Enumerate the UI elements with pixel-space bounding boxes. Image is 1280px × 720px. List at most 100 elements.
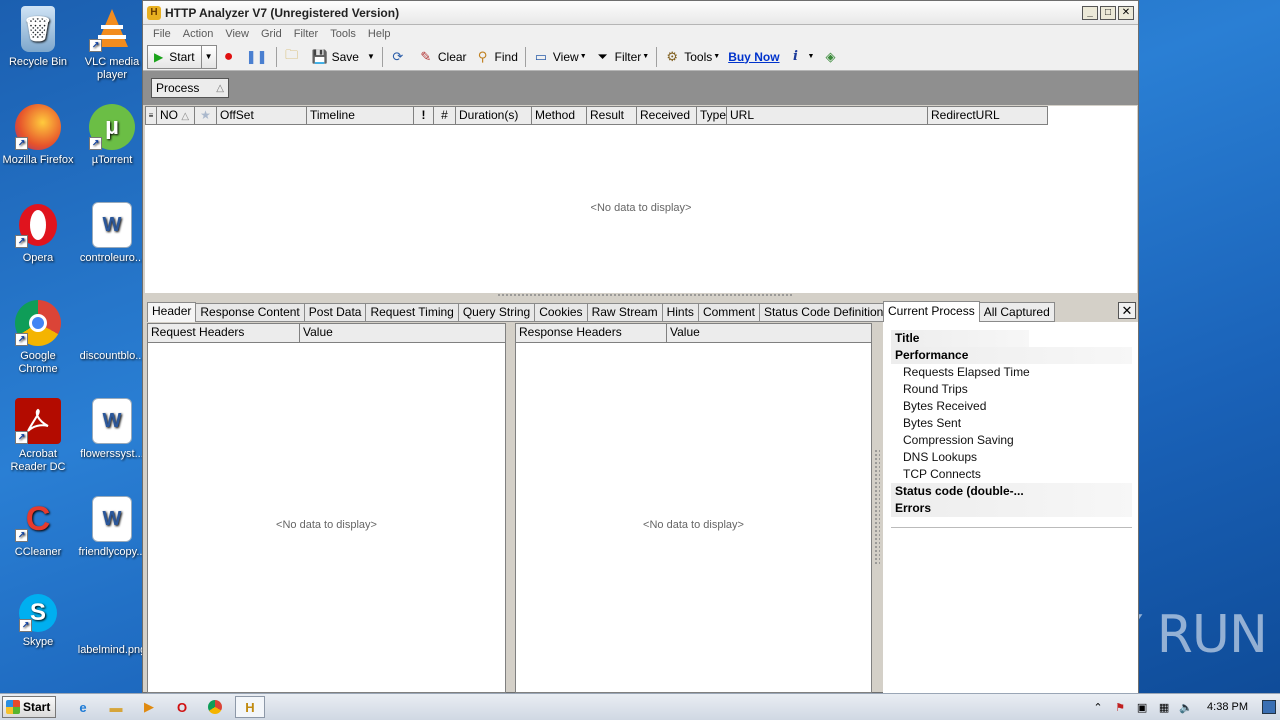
- desktop-icon-discountblo[interactable]: discountblo...: [74, 300, 150, 363]
- taskbar-opera[interactable]: O: [169, 696, 195, 718]
- request-headers-panel[interactable]: Request Headers Value <No data to displa…: [147, 323, 506, 693]
- grid-col-star[interactable]: ★: [195, 106, 217, 125]
- tools-menu-button[interactable]: ⚙ Tools ▼: [660, 46, 724, 68]
- grid-col-redirect-url[interactable]: RedirectURL: [928, 106, 1048, 125]
- tree-item[interactable]: DNS Lookups: [891, 449, 1132, 466]
- desktop-icon-friendlycopy[interactable]: W friendlycopy...: [74, 496, 150, 559]
- network-icon[interactable]: ▦: [1156, 701, 1172, 714]
- info-button[interactable]: i ▼: [784, 46, 819, 68]
- tree-item[interactable]: Compression Saving: [891, 432, 1132, 449]
- grid-col-offset[interactable]: OffSet: [217, 106, 307, 125]
- tree-performance[interactable]: Performance: [891, 347, 1132, 364]
- tree-item[interactable]: Requests Elapsed Time: [891, 364, 1132, 381]
- desktop-icon-firefox[interactable]: ↗ Mozilla Firefox: [0, 104, 76, 167]
- tree-item[interactable]: Bytes Sent: [891, 415, 1132, 432]
- menu-filter[interactable]: Filter: [288, 28, 324, 40]
- grid-col-method[interactable]: Method: [532, 106, 587, 125]
- desktop-icon-labelmind[interactable]: labelmind.png: [74, 594, 150, 657]
- taskbar-media-player[interactable]: ▶: [136, 696, 162, 718]
- tree-errors[interactable]: Errors: [891, 500, 1132, 517]
- filter-menu-button[interactable]: ⏷ Filter ▼: [591, 46, 654, 68]
- clear-button[interactable]: ✎ Clear: [414, 46, 471, 68]
- close-button[interactable]: ✕: [1118, 5, 1134, 20]
- desktop-icon-ccleaner[interactable]: C ↗ CCleaner: [0, 496, 76, 559]
- response-value-column[interactable]: Value: [667, 324, 871, 342]
- find-button[interactable]: ⚲ Find: [471, 46, 522, 68]
- desktop-icon-controleuro[interactable]: W controleuro...: [74, 202, 150, 265]
- volume-icon[interactable]: 🔈: [1178, 701, 1194, 714]
- show-hidden-icons-icon[interactable]: ⌃: [1090, 701, 1106, 714]
- grid-col-exclamation[interactable]: !: [414, 106, 434, 125]
- save-button[interactable]: 💾 Save: [308, 46, 363, 68]
- buy-now-link[interactable]: Buy Now: [724, 46, 783, 68]
- taskbar-http-analyzer[interactable]: H: [235, 696, 265, 718]
- refresh-button[interactable]: ⟳: [386, 46, 414, 68]
- help-book-button[interactable]: ◈: [818, 46, 846, 68]
- tab-all-captured[interactable]: All Captured: [978, 302, 1055, 322]
- desktop-icon-vlc[interactable]: ↗ VLC media player: [74, 6, 150, 82]
- grid-col-hash[interactable]: #: [434, 106, 456, 125]
- horizontal-splitter[interactable]: [145, 293, 1137, 301]
- tree-title[interactable]: Title: [891, 330, 1029, 347]
- tab-comment[interactable]: Comment: [697, 303, 760, 322]
- tab-query-string[interactable]: Query String: [457, 303, 536, 322]
- session-grid[interactable]: ≡ NO △ ★ OffSet Timeline ! # Duration(s)…: [145, 106, 1137, 293]
- tree-item[interactable]: Round Trips: [891, 381, 1132, 398]
- request-headers-column[interactable]: Request Headers: [148, 324, 300, 342]
- desktop-icon-flowerssyst[interactable]: W flowerssyst...: [74, 398, 150, 461]
- response-headers-column[interactable]: Response Headers: [516, 324, 667, 342]
- vertical-splitter[interactable]: [874, 449, 880, 564]
- open-button[interactable]: 🗀: [280, 46, 308, 68]
- tree-item[interactable]: TCP Connects: [891, 466, 1132, 483]
- tab-current-process[interactable]: Current Process: [883, 301, 980, 322]
- desktop-icon-opera[interactable]: ↗ Opera: [0, 202, 76, 265]
- taskbar-explorer[interactable]: ▬: [103, 696, 129, 718]
- desktop-icon-chrome[interactable]: ↗ Google Chrome: [0, 300, 76, 376]
- desktop-icon-skype[interactable]: S ↗ Skype: [0, 594, 76, 649]
- tab-raw-stream[interactable]: Raw Stream: [586, 303, 663, 322]
- record-button[interactable]: ●: [217, 46, 245, 68]
- grid-col-no[interactable]: NO △: [157, 106, 195, 125]
- tab-response-content[interactable]: Response Content: [195, 303, 305, 322]
- tree-status-code[interactable]: Status code (double-...: [891, 483, 1132, 500]
- taskbar-chrome[interactable]: [202, 696, 228, 718]
- menu-help[interactable]: Help: [362, 28, 397, 40]
- menu-tools[interactable]: Tools: [324, 28, 362, 40]
- grid-col-duration[interactable]: Duration(s): [456, 106, 532, 125]
- view-menu-button[interactable]: ▭ View ▼: [529, 46, 591, 68]
- desktop-icon-acrobat[interactable]: ↗ Acrobat Reader DC: [0, 398, 76, 474]
- start-capture-button[interactable]: ▶ Start ▼: [147, 44, 217, 69]
- menu-action[interactable]: Action: [177, 28, 220, 40]
- action-center-icon[interactable]: ▣: [1134, 701, 1150, 714]
- menu-file[interactable]: File: [147, 28, 177, 40]
- security-alert-icon[interactable]: ⚑: [1112, 701, 1128, 714]
- pause-button[interactable]: ❚❚: [245, 46, 273, 68]
- desktop-icon-utorrent[interactable]: µ ↗ µTorrent: [74, 104, 150, 167]
- menu-grid[interactable]: Grid: [255, 28, 288, 40]
- start-dropdown-arrow-icon[interactable]: ▼: [202, 52, 216, 61]
- grid-col-url[interactable]: URL: [727, 106, 928, 125]
- grid-col-timeline[interactable]: Timeline: [307, 106, 414, 125]
- maximize-button[interactable]: □: [1100, 5, 1116, 20]
- tab-request-timing[interactable]: Request Timing: [365, 303, 459, 322]
- tab-status-code-definition[interactable]: Status Code Definition: [758, 303, 889, 322]
- taskbar-ie[interactable]: e: [70, 696, 96, 718]
- grid-col-received[interactable]: Received: [637, 106, 697, 125]
- clock[interactable]: 4:38 PM: [1207, 701, 1248, 713]
- save-dropdown[interactable]: ▼: [363, 46, 379, 68]
- grid-col-selector[interactable]: ≡: [145, 106, 157, 125]
- tab-cookies[interactable]: Cookies: [534, 303, 588, 322]
- tab-hints[interactable]: Hints: [661, 303, 699, 322]
- start-button[interactable]: Start: [2, 696, 56, 718]
- group-chip-process[interactable]: Process △: [151, 78, 229, 98]
- tab-post-data[interactable]: Post Data: [303, 303, 367, 322]
- desktop-icon-recycle-bin[interactable]: 🗑 Recycle Bin: [0, 6, 76, 69]
- show-desktop-button[interactable]: [1262, 700, 1276, 714]
- tree-item[interactable]: Bytes Received: [891, 398, 1132, 415]
- menu-view[interactable]: View: [219, 28, 255, 40]
- minimize-button[interactable]: _: [1082, 5, 1098, 20]
- close-pane-button[interactable]: ✕: [1118, 302, 1136, 319]
- grid-col-result[interactable]: Result: [587, 106, 637, 125]
- tab-header[interactable]: Header: [147, 302, 197, 322]
- grid-col-type[interactable]: Type: [697, 106, 727, 125]
